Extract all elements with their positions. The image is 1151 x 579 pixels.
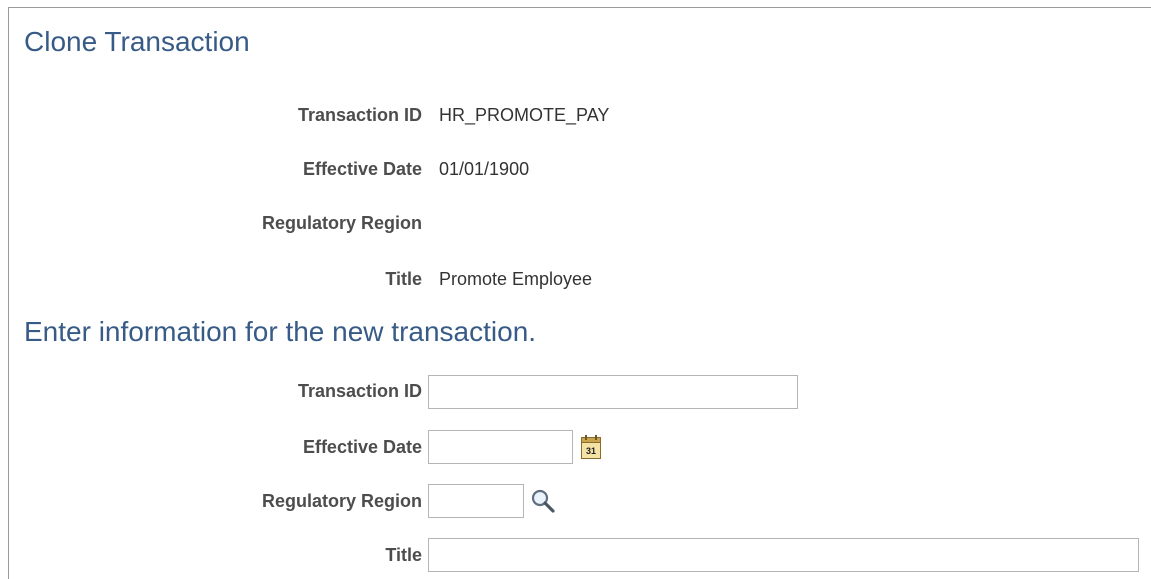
new-title-label: Title <box>385 545 422 565</box>
existing-title-label: Title <box>385 269 422 289</box>
existing-effective-date-label: Effective Date <box>302 159 422 179</box>
existing-title-value: Promote Employee <box>439 269 593 289</box>
effective-date-input[interactable] <box>428 430 573 464</box>
regulatory-region-input[interactable] <box>428 484 524 518</box>
existing-regulatory-region-label: Regulatory Region <box>261 213 422 233</box>
new-effective-date-label: Effective Date <box>302 437 422 457</box>
svg-text:31: 31 <box>586 446 596 456</box>
existing-transaction-id-label: Transaction ID <box>297 105 422 125</box>
existing-transaction-id-value: HR_PROMOTE_PAY <box>439 105 610 125</box>
section-title: Enter information for the new transactio… <box>24 316 537 347</box>
new-transaction-id-label: Transaction ID <box>297 381 422 401</box>
page-title: Clone Transaction <box>24 26 250 57</box>
transaction-id-input[interactable] <box>428 375 798 409</box>
new-regulatory-region-label: Regulatory Region <box>261 491 422 511</box>
search-icon[interactable] <box>529 487 557 515</box>
page-frame <box>8 7 1151 579</box>
existing-effective-date-value: 01/01/1900 <box>439 159 530 179</box>
calendar-icon[interactable]: 31 <box>580 434 602 460</box>
title-input[interactable] <box>428 538 1139 572</box>
